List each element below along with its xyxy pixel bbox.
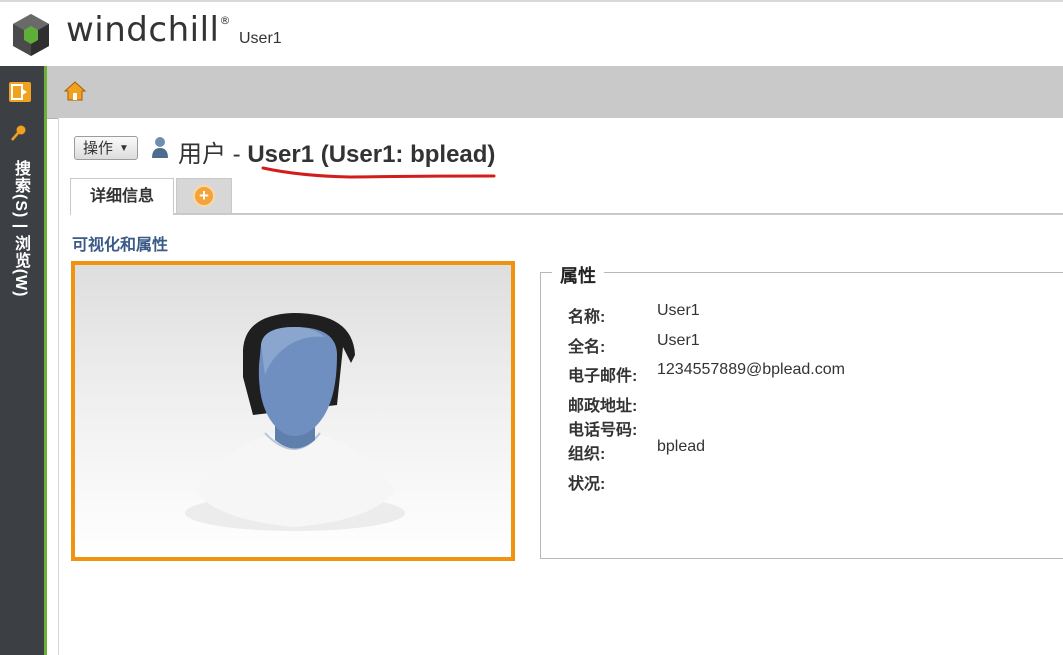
chevron-down-icon: ▼ xyxy=(119,143,129,154)
attr-value-fullname: User1 xyxy=(657,332,700,349)
attr-label-status: 状况: xyxy=(568,476,606,493)
tab-details[interactable]: 详细信息 xyxy=(70,178,174,215)
page-title-prefix: 用户 - xyxy=(178,141,248,168)
attr-label-organization: 组织: xyxy=(568,446,606,463)
home-icon[interactable] xyxy=(63,79,87,103)
red-underline-annotation xyxy=(261,166,496,179)
search-icon[interactable] xyxy=(10,124,28,142)
navigator-tab-label[interactable]: 搜索(S) | 浏览(W) xyxy=(8,160,32,297)
attr-value-email: 1234557889@bplead.com xyxy=(657,361,845,378)
windchill-logo-icon xyxy=(13,14,49,56)
attr-label-email: 电子邮件: xyxy=(568,368,638,385)
attributes-legend: 属性 xyxy=(552,262,604,288)
visualization-panel xyxy=(71,261,515,561)
add-tab-button[interactable]: + xyxy=(176,178,232,213)
brand-name: windchill® xyxy=(66,10,231,50)
tab-strip-border xyxy=(70,213,1063,215)
header-username: User1 xyxy=(239,30,282,47)
navigator-rail xyxy=(0,66,44,655)
rail-divider xyxy=(44,66,47,655)
attr-label-name: 名称: xyxy=(568,309,606,326)
section-title: 可视化和属性 xyxy=(72,237,169,254)
actions-menu-label: 操作 xyxy=(83,140,114,157)
attr-value-name: User1 xyxy=(657,302,700,319)
user-icon xyxy=(152,137,168,158)
attr-value-organization: bplead xyxy=(657,438,706,455)
actions-menu-button[interactable]: 操作 ▼ xyxy=(74,136,138,160)
home-toolbar xyxy=(47,66,1063,119)
attr-label-fullname: 全名: xyxy=(568,339,606,356)
app-header: windchill® User1 xyxy=(0,0,1063,66)
expand-navigator-icon[interactable] xyxy=(9,82,31,102)
attr-label-address: 邮政地址: xyxy=(568,398,638,415)
user-avatar-image xyxy=(185,313,405,531)
add-tab-icon: + xyxy=(193,185,215,207)
attr-label-phone: 电话号码: xyxy=(568,422,638,439)
